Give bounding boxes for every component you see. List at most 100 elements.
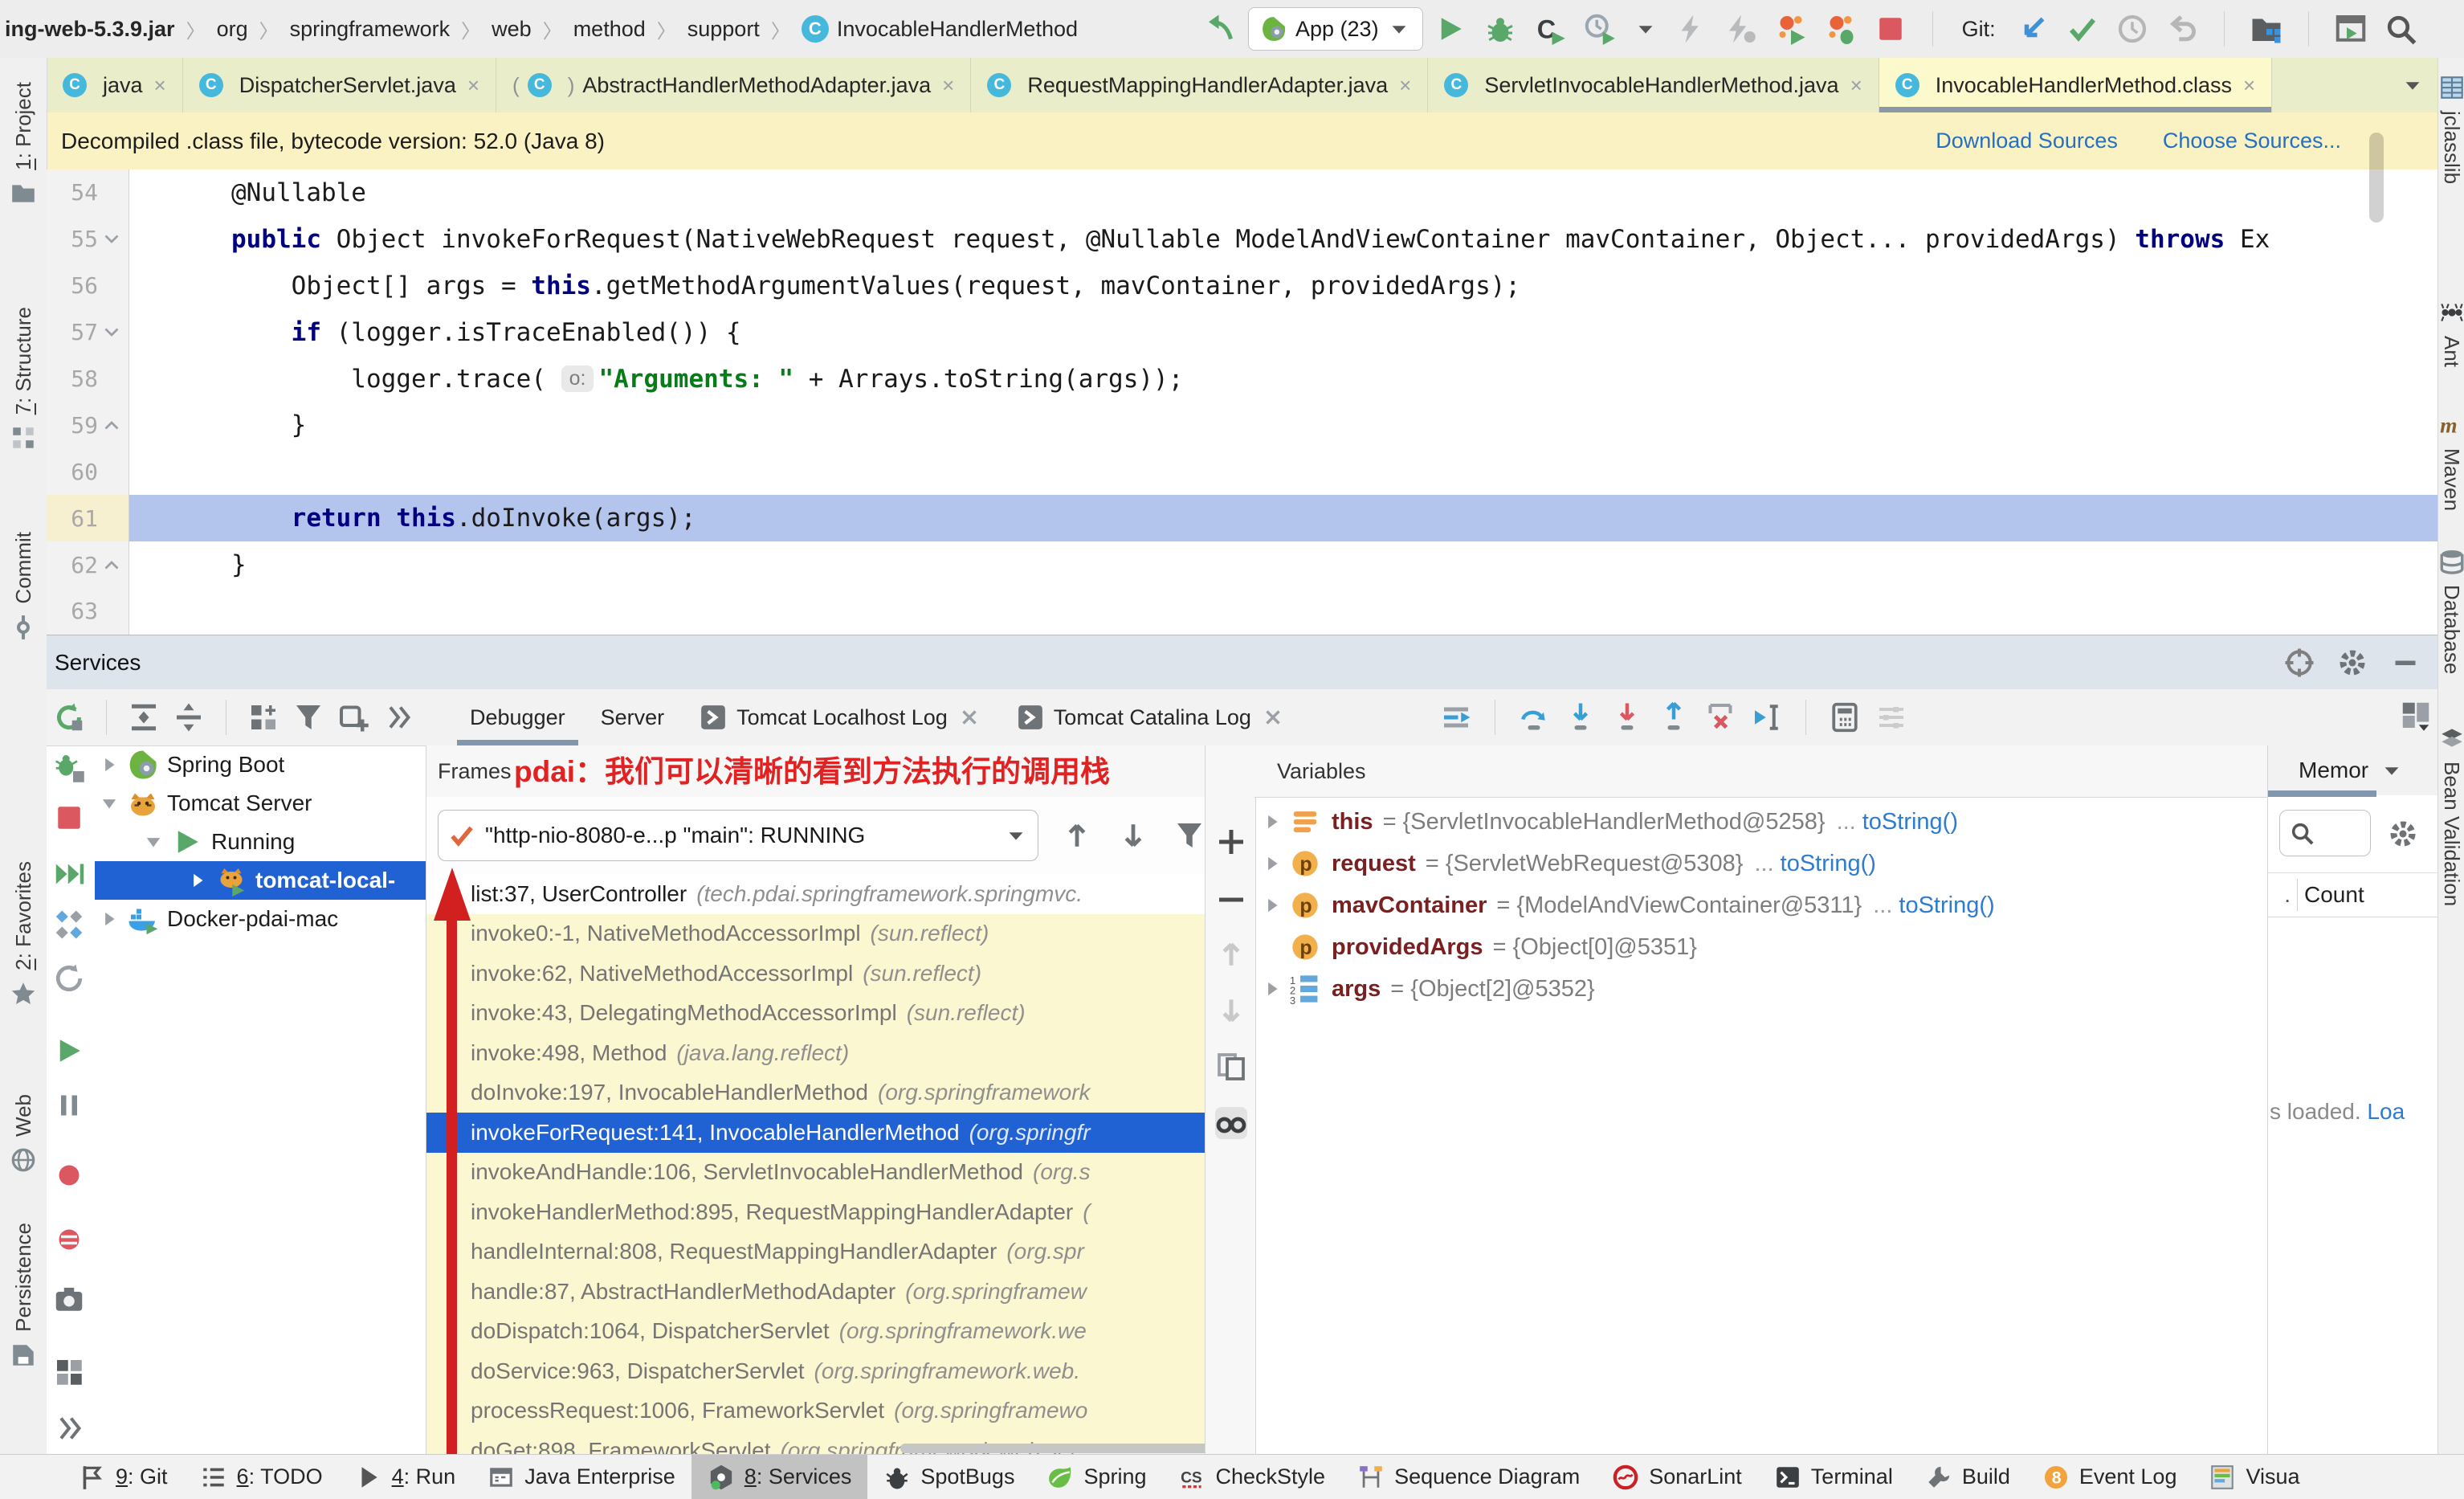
chevron-right-icon[interactable] — [95, 754, 124, 775]
history-button[interactable] — [2116, 13, 2148, 45]
more-button[interactable] — [53, 1412, 85, 1444]
code-line[interactable]: 55public Object invokeForRequest(NativeW… — [47, 216, 2437, 263]
breadcrumb[interactable]: ing-web-5.3.9.jar〉org〉springframework〉we… — [0, 15, 1078, 43]
find-service-button[interactable] — [2283, 647, 2315, 679]
duplicate-watch-button[interactable] — [1215, 1051, 1247, 1083]
code-line[interactable]: 58 logger.trace( o:"Arguments: " + Array… — [47, 356, 2437, 402]
stack-frame[interactable]: processRequest:1006, FrameworkServlet(or… — [426, 1391, 1205, 1432]
chevron-down-icon[interactable] — [95, 793, 124, 814]
add-watch-button[interactable] — [1215, 826, 1247, 858]
run-anything-button[interactable] — [2335, 13, 2367, 45]
code-line[interactable]: 56 Object[] args = this.getMethodArgumen… — [47, 263, 2437, 309]
run-configuration-select[interactable]: App (23) — [1248, 7, 1423, 51]
stack-frame[interactable]: doService:963, DispatcherServlet(org.spr… — [426, 1351, 1205, 1391]
frames-scrollbar[interactable] — [900, 1444, 1205, 1453]
breadcrumb-item[interactable]: springframework — [290, 17, 451, 42]
editor-tab[interactable]: CServletInvocableHandlerMethod.java× — [1428, 58, 1879, 112]
debug-lightning-button[interactable] — [1725, 13, 1757, 45]
stop-button[interactable] — [53, 802, 85, 834]
add-service-button[interactable] — [337, 701, 369, 733]
stack-frame[interactable]: invoke0:-1, NativeMethodAccessorImpl(sun… — [426, 914, 1205, 954]
memory-col-class[interactable]: . — [2268, 882, 2291, 908]
stack-frame[interactable]: invoke:62, NativeMethodAccessorImpl(sun.… — [426, 954, 1205, 994]
statusbar-item-terminal[interactable]: Terminal — [1758, 1455, 1909, 1499]
code-line[interactable]: 60 — [47, 448, 2437, 495]
statusbar-item-java-enterprise[interactable]: Java Enterprise — [471, 1455, 691, 1499]
chevron-right-icon[interactable] — [1254, 895, 1290, 916]
tool-window-button-persistence[interactable]: Persistence — [0, 1223, 47, 1369]
tool-window-button-ant[interactable]: Ant — [2438, 299, 2464, 367]
statusbar-item-sequence-diagram[interactable]: Sequence Diagram — [1341, 1455, 1596, 1499]
variable-row[interactable]: this= {ServletInvocableHandlerMethod@525… — [1254, 801, 2267, 843]
run-to-cursor-button[interactable] — [1751, 701, 1783, 733]
statusbar-item-visua[interactable]: Visua — [2193, 1455, 2315, 1499]
tool-window-button-maven[interactable]: mMaven — [2438, 411, 2464, 511]
statusbar-item-todo[interactable]: 6: TODO — [184, 1455, 339, 1499]
stack-frame[interactable]: list:37, UserController(tech.pdai.spring… — [426, 874, 1205, 914]
drop-frame-button[interactable] — [1704, 701, 1736, 733]
step-out-button[interactable] — [1658, 701, 1690, 733]
chevron-right-icon[interactable] — [1254, 853, 1290, 874]
tool-window-button-database[interactable]: Database — [2438, 548, 2464, 674]
thread-dump-button[interactable] — [53, 1284, 85, 1316]
code-editor[interactable]: 54@Nullable55public Object invokeForRequ… — [47, 170, 2437, 635]
update-application-button[interactable] — [53, 909, 85, 941]
stack-frame[interactable]: invoke:43, DelegatingMethodAccessorImpl(… — [426, 994, 1205, 1034]
close-icon[interactable] — [957, 705, 981, 729]
statusbar-item-spotbugs[interactable]: SpotBugs — [867, 1455, 1030, 1499]
statusbar-item-checkstyle[interactable]: CSCheckStyle — [1163, 1455, 1342, 1499]
more-actions-button[interactable] — [382, 701, 414, 733]
fold-marker-icon[interactable] — [98, 555, 125, 574]
memory-load-link[interactable]: Loa — [2367, 1099, 2405, 1124]
profile-cpu-button[interactable] — [1775, 13, 1807, 45]
choose-sources-link[interactable]: Choose Sources... — [2163, 129, 2341, 153]
statusbar-item-event-log[interactable]: 8Event Log — [2026, 1455, 2193, 1499]
editor-tab[interactable]: CDispatcherServlet.java× — [183, 58, 496, 112]
tree-item-tomcat-server[interactable]: Tomcat Server — [95, 784, 426, 823]
tool-window-button-commit[interactable]: Commit — [0, 532, 47, 641]
breadcrumb-item[interactable]: ing-web-5.3.9.jar — [5, 17, 175, 42]
breadcrumb-item[interactable]: method — [573, 17, 646, 42]
rollback-button[interactable] — [2166, 13, 2198, 45]
chevron-right-icon[interactable] — [1254, 811, 1290, 832]
stack-frame[interactable]: invoke:498, Method(java.lang.reflect) — [426, 1033, 1205, 1073]
stack-frame[interactable]: handleInternal:808, RequestMappingHandle… — [426, 1232, 1205, 1272]
update-project-button[interactable] — [2017, 13, 2049, 45]
tab-list-dropdown-button[interactable] — [2388, 58, 2437, 112]
services-panel-header[interactable]: Services — [47, 635, 2437, 691]
chevron-down-icon[interactable] — [2380, 758, 2404, 782]
refresh-button[interactable] — [53, 701, 85, 733]
commit-button[interactable] — [2066, 13, 2099, 45]
fold-marker-icon[interactable] — [98, 230, 125, 249]
update-application-icon[interactable] — [1205, 13, 1237, 45]
memory-settings-button[interactable] — [2387, 818, 2419, 850]
tool-window-button-jclasslib[interactable]: jclasslib — [2438, 74, 2464, 184]
download-sources-link[interactable]: Download Sources — [1936, 129, 2118, 153]
show-execution-point-button[interactable] — [1440, 701, 1472, 733]
evaluate-expression-button[interactable] — [1829, 701, 1861, 733]
stop-button[interactable] — [1875, 13, 1907, 45]
close-icon[interactable]: × — [2243, 73, 2255, 98]
statusbar-item-spring[interactable]: Spring — [1030, 1455, 1162, 1499]
memory-tab[interactable]: Memor — [2299, 758, 2368, 783]
statusbar-item-services[interactable]: 8: Services — [691, 1455, 868, 1499]
show-watches-button[interactable] — [1215, 1107, 1247, 1139]
settings-button[interactable] — [2336, 647, 2368, 679]
close-icon[interactable]: × — [942, 73, 954, 98]
code-line[interactable]: 54@Nullable — [47, 170, 2437, 216]
layout-settings-button[interactable] — [2400, 700, 2432, 732]
tree-item-running[interactable]: Running — [95, 823, 426, 861]
run-with-coverage-button[interactable]: C — [1534, 13, 1566, 45]
chevron-down-icon[interactable] — [139, 831, 168, 852]
more-options-button[interactable] — [1875, 701, 1907, 733]
rerun-lightning-button[interactable] — [1675, 13, 1707, 45]
editor-tab[interactable]: Cjava× — [47, 58, 183, 112]
stack-frame[interactable]: invokeAndHandle:106, ServletInvocableHan… — [426, 1153, 1205, 1193]
chevron-right-icon[interactable] — [1254, 978, 1290, 999]
frame-up-button[interactable] — [1061, 819, 1093, 852]
chevron-right-icon[interactable] — [183, 870, 212, 891]
editor-tab[interactable]: (C)AbstractHandlerMethodAdapter.java× — [496, 58, 971, 112]
tool-window-button-structure[interactable]: 7: Structure — [0, 307, 47, 451]
pause-button[interactable] — [53, 1089, 85, 1121]
statusbar-item-sonarlint[interactable]: SonarLint — [1596, 1455, 1758, 1499]
